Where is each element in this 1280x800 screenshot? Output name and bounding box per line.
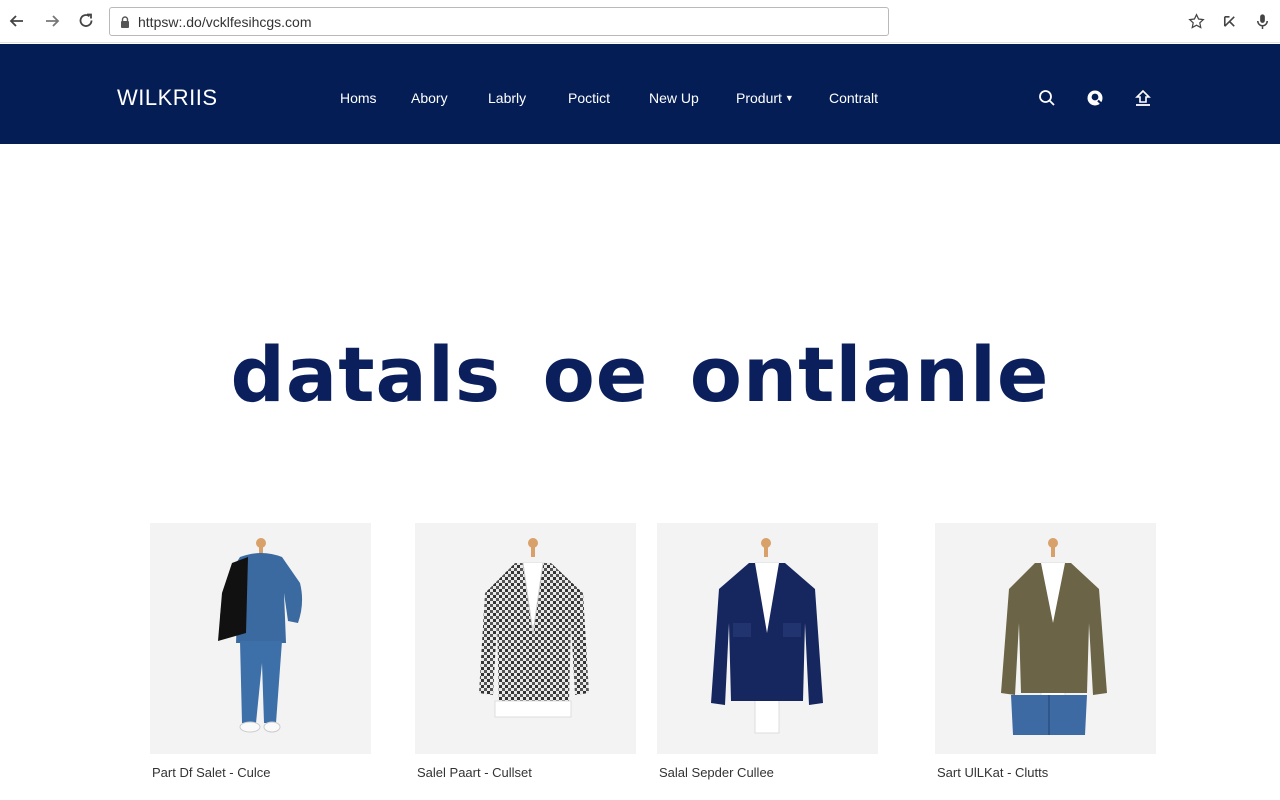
nav-item-product-label: Produrt — [736, 90, 782, 106]
cart-icon — [1135, 89, 1151, 106]
nav-item-poctict[interactable]: Poctict — [568, 90, 610, 106]
product-image[interactable] — [415, 523, 636, 754]
houndstooth-blazer-illustration — [479, 538, 589, 718]
chevron-down-icon: ▼ — [784, 93, 794, 103]
hero-section: datals oe ontlanle — [0, 320, 1280, 430]
reload-icon — [79, 13, 93, 27]
product-card[interactable]: Sart UlLKat - Clutts — [935, 523, 1156, 780]
voice-search-button[interactable] — [1251, 10, 1273, 32]
search-button[interactable] — [1035, 86, 1059, 110]
back-button[interactable] — [6, 10, 28, 32]
navy-jacket-illustration — [711, 538, 823, 734]
nav-item-product-dropdown[interactable]: Produrt ▼ — [736, 90, 794, 106]
nav-item-about[interactable]: Abory — [411, 90, 448, 106]
denim-outfit-illustration — [218, 538, 303, 733]
url-input[interactable] — [138, 13, 878, 30]
product-title[interactable]: Part Df Salet - Culce — [152, 765, 271, 780]
bookmark-button[interactable] — [1185, 10, 1207, 32]
nav-item-new-up[interactable]: New Up — [649, 90, 699, 106]
site-header: WILKRIIS Homs Abory Labrly Poctict New U… — [0, 44, 1280, 144]
product-title[interactable]: Sart UlLKat - Clutts — [937, 765, 1048, 780]
nav-item-labrly[interactable]: Labrly — [488, 90, 526, 106]
product-card[interactable]: Salal Sepder Cullee — [657, 523, 878, 780]
forward-button[interactable] — [41, 10, 63, 32]
hero-title: datals oe ontlanle — [230, 330, 1050, 419]
address-bar[interactable] — [109, 7, 889, 36]
product-title[interactable]: Salal Sepder Cullee — [659, 765, 774, 780]
olive-jacket-illustration — [1001, 538, 1107, 735]
star-icon — [1187, 12, 1205, 29]
search-icon — [1039, 90, 1055, 106]
product-image[interactable] — [150, 523, 371, 754]
reload-button[interactable] — [75, 10, 97, 32]
product-image[interactable] — [935, 523, 1156, 754]
extension-button[interactable] — [1218, 10, 1240, 32]
back-icon — [9, 15, 23, 27]
browser-toolbar — [0, 0, 1280, 43]
product-image[interactable] — [657, 523, 878, 754]
account-button[interactable] — [1083, 86, 1107, 110]
lock-icon — [118, 15, 132, 29]
product-card[interactable]: Part Df Salet - Culce — [150, 523, 371, 780]
forward-icon — [46, 15, 60, 27]
cart-button[interactable] — [1131, 86, 1155, 110]
microphone-icon — [1256, 13, 1268, 29]
nav-item-home[interactable]: Homs — [340, 90, 377, 106]
product-title[interactable]: Salel Paart - Cullset — [417, 765, 532, 780]
account-icon — [1087, 90, 1103, 106]
product-card[interactable]: Salel Paart - Cullset — [415, 523, 636, 780]
nav-item-contact[interactable]: Contralt — [829, 90, 878, 106]
extension-icon — [1223, 15, 1235, 27]
